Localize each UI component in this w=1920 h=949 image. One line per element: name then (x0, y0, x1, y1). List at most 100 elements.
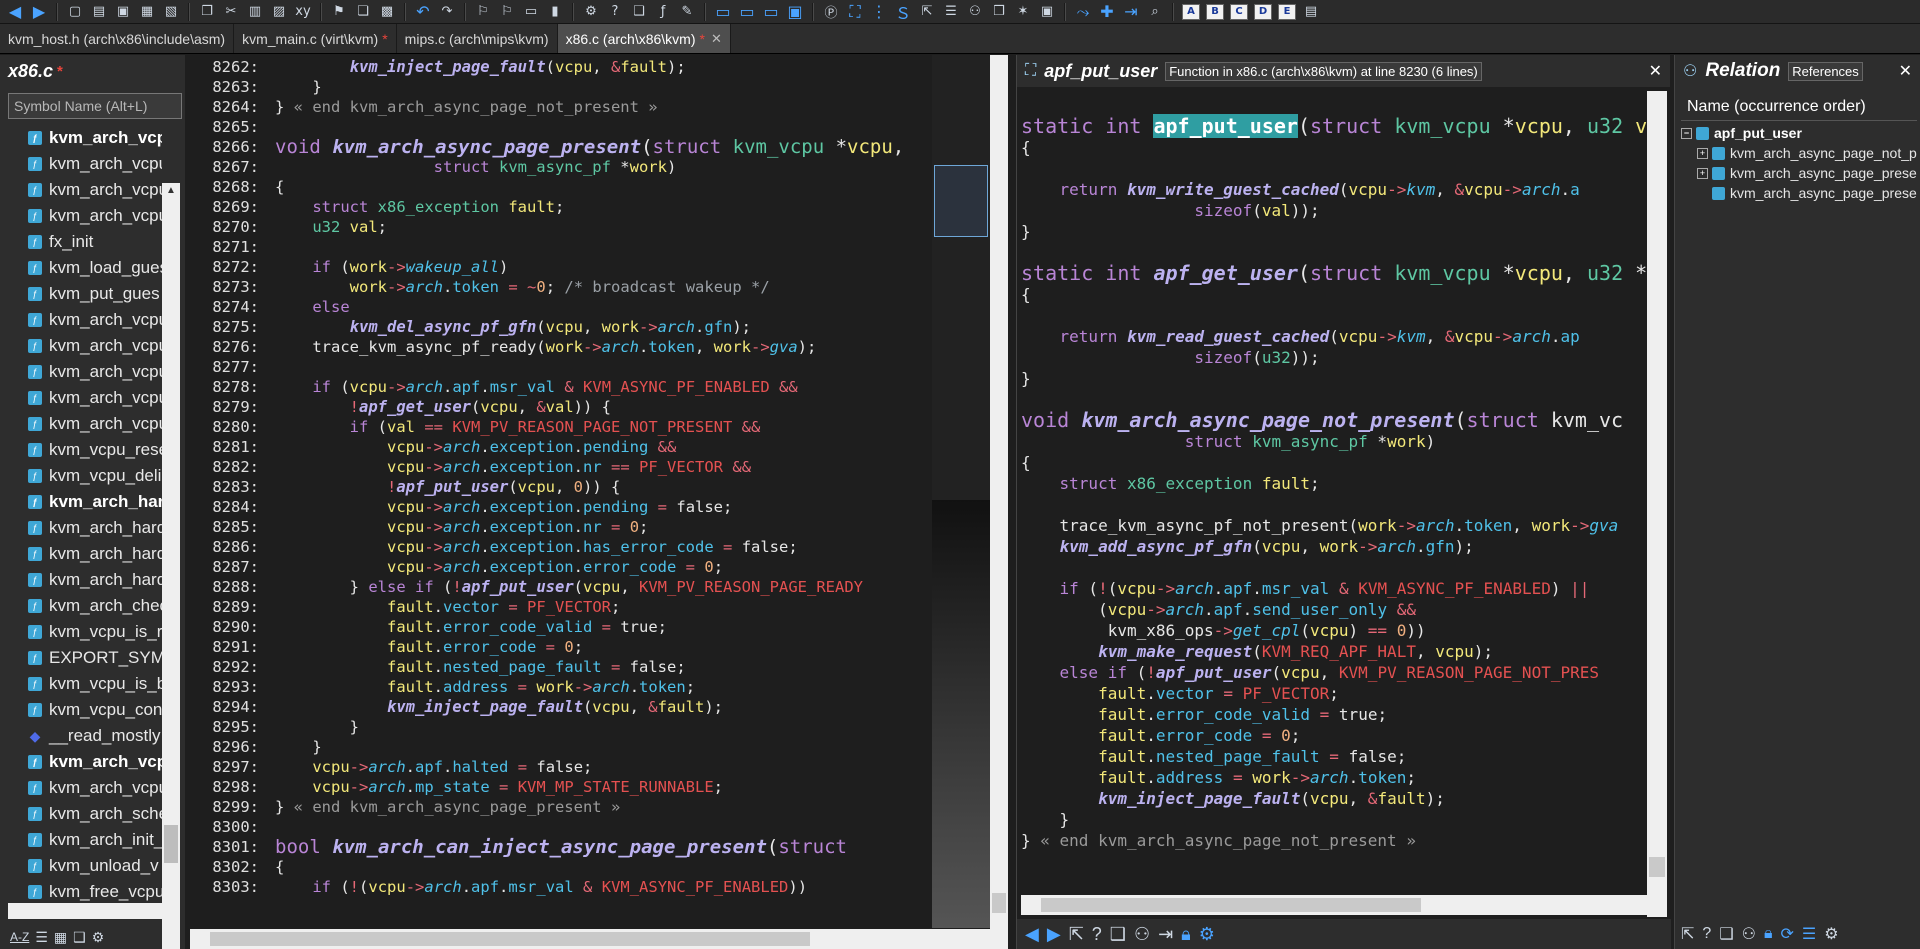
symbol-list-item[interactable]: ƒ kvm_vcpu_deli (8, 463, 162, 489)
context-code-line[interactable]: struct kvm_async_pf *work) (1021, 431, 1647, 452)
symbol-list-item[interactable]: ƒ kvm_vcpu_rese (8, 437, 162, 463)
code-line[interactable]: 8277: (190, 357, 932, 377)
code-line[interactable]: 8267: struct kvm_async_pf *work) (190, 157, 932, 177)
symbol-list-item[interactable]: ƒ kvm_arch_vcpu_ (8, 125, 162, 151)
symbol-list-item[interactable]: ƒ kvm_arch_vcp (8, 749, 162, 775)
context-code-line[interactable]: kvm_inject_page_fault(vcpu, &fault); (1021, 788, 1647, 809)
code-line[interactable]: 8270: u32 val; (190, 217, 932, 237)
code-line[interactable]: 8282: vcpu->arch.exception.nr == PF_VECT… (190, 457, 932, 477)
context-code-line[interactable]: if (!(vcpu->arch.apf.msr_val & KVM_ASYNC… (1021, 578, 1647, 599)
context-code-line[interactable]: sizeof(u32)); (1021, 347, 1647, 368)
split-icon[interactable]: ⋮ (868, 2, 890, 22)
references-tab[interactable]: References (1788, 61, 1863, 81)
context-code-line[interactable]: } « end kvm_arch_async_page_not_present … (1021, 830, 1647, 851)
symbol-list-item[interactable]: ƒ kvm_vcpu_is_b (8, 671, 162, 697)
code-line[interactable]: 8269: struct x86_exception fault; (190, 197, 932, 217)
jump-icon[interactable]: ⇱ (1681, 924, 1694, 944)
code-lines[interactable]: 8262: kvm_inject_page_fault(vcpu, &fault… (190, 57, 932, 929)
symbol-list-item[interactable]: ƒ kvm_arch_hard (8, 515, 162, 541)
redo-icon[interactable]: ↷ (436, 2, 458, 22)
code-line[interactable]: 8275: kvm_del_async_pf_gfn(vcpu, work->a… (190, 317, 932, 337)
code-line[interactable]: 8291: fault.error_code = 0; (190, 637, 932, 657)
box-icon[interactable]: ▣ (1036, 2, 1058, 22)
copy-icon[interactable]: ❐ (196, 2, 218, 22)
context-code-line[interactable]: kvm_make_request(KVM_REQ_APF_HALT, vcpu)… (1021, 641, 1647, 662)
settings-gear-icon[interactable]: ⚙ (1199, 924, 1215, 945)
layout-3-icon[interactable]: ▭ (760, 2, 782, 22)
code-line[interactable]: 8298: vcpu->arch.mp_state = KVM_MP_STATE… (190, 777, 932, 797)
code-line[interactable]: 8264:} « end kvm_arch_async_page_not_pre… (190, 97, 932, 117)
code-line[interactable]: 8266: void kvm_arch_async_page_present(st… (190, 137, 932, 157)
context-code-line[interactable]: fault.address = work->arch.token; (1021, 767, 1647, 788)
symbol-list-item[interactable]: ƒ kvm_vcpu_con (8, 697, 162, 723)
close-icon[interactable]: ✕ (1649, 61, 1662, 81)
symbol-list-item[interactable]: ƒ kvm_arch_vcpu_ (8, 411, 162, 437)
symbol-list-item[interactable]: ƒ kvm_arch_init_ (8, 827, 162, 853)
context-code-line[interactable]: else if (!apf_put_user(vcpu, KVM_PV_REAS… (1021, 662, 1647, 683)
new-file-icon[interactable]: ▢ (64, 2, 86, 22)
context-code-line[interactable]: sizeof(val)); (1021, 200, 1647, 221)
code-line[interactable]: 8281: vcpu->arch.exception.pending && (190, 437, 932, 457)
bookmark-prev-icon[interactable]: ⚐ (472, 2, 494, 22)
symbol-list-item[interactable]: ƒ kvm_put_gues (8, 281, 162, 307)
context-code-line[interactable]: return kvm_write_guest_cached(vcpu->kvm,… (1021, 179, 1647, 200)
help-icon[interactable]: ? (604, 2, 626, 22)
code-line[interactable]: 8263: } (190, 77, 932, 97)
relation-root[interactable]: − apf_put_user (1681, 123, 1917, 143)
context-code-line[interactable]: return kvm_read_guest_cached(vcpu->kvm, … (1021, 326, 1647, 347)
context-code-line[interactable] (1021, 305, 1647, 326)
xy-icon[interactable]: xy (292, 2, 314, 22)
save-all-icon[interactable]: ▦ (136, 2, 158, 22)
back-icon[interactable]: ◀ (4, 2, 26, 22)
window-fit-icon[interactable]: ⛶ (844, 2, 866, 22)
tab-x86-c[interactable]: x86.c (arch\x86\kvm) * ✕ (557, 24, 731, 53)
scroll-up-icon[interactable]: ▲ (162, 183, 180, 199)
context-code-line[interactable]: kvm_add_async_pf_gfn(vcpu, work->arch.gf… (1021, 536, 1647, 557)
categories-icon[interactable]: ▦ (54, 929, 67, 946)
symbol-list-scrollbar[interactable]: ▲ ▼ (162, 183, 180, 949)
tab-kvm-main-c[interactable]: kvm_main.c (virt\kvm) * (234, 24, 397, 53)
help-icon[interactable]: ? (1702, 925, 1711, 943)
minimap[interactable] (932, 55, 990, 928)
symbol-list-item[interactable]: ƒ kvm_load_gues (8, 255, 162, 281)
cross-icon[interactable]: ✚ (1096, 2, 1118, 22)
undo-icon[interactable]: ↶ (412, 2, 434, 22)
cut-icon[interactable]: ✂ (220, 2, 242, 22)
symbol-list-item[interactable]: ƒ kvm_unload_v (8, 853, 162, 879)
refresh-icon[interactable]: ⟳ (1781, 924, 1794, 944)
context-code-line[interactable] (1021, 95, 1647, 116)
project-icon[interactable]: Ⓟ (820, 2, 842, 22)
jump-icon[interactable]: ⇱ (1069, 924, 1084, 945)
symbol-list-item[interactable]: ƒ kvm_arch_hard (8, 567, 162, 593)
layout-4-icon[interactable]: ▣ (784, 2, 806, 22)
tab-kvm-host-h[interactable]: kvm_host.h (arch\x86\include\asm) (0, 24, 235, 53)
symbol-list-item[interactable]: ƒ kvm_arch_vcpu_ (8, 385, 162, 411)
code-line[interactable]: 8276: trace_kvm_async_pf_ready(work->arc… (190, 337, 932, 357)
context-code-line[interactable]: void kvm_arch_async_page_not_present(str… (1021, 410, 1647, 431)
scrollbar-thumb[interactable] (164, 825, 178, 863)
symbol-list-item[interactable]: ƒ kvm_arch_vcpu_ (8, 359, 162, 385)
context-code-line[interactable]: { (1021, 137, 1647, 158)
code-line[interactable]: 8284: vcpu->arch.exception.pending = fal… (190, 497, 932, 517)
open-folder-icon[interactable]: ▤ (88, 2, 110, 22)
context-code-line[interactable]: static int apf_get_user(struct kvm_vcpu … (1021, 263, 1647, 284)
list-icon[interactable]: ☰ (940, 2, 962, 22)
code-line[interactable]: 8301: bool kvm_arch_can_inject_async_page… (190, 837, 932, 857)
tag-icon[interactable]: ⚑ (328, 2, 350, 22)
forward-icon[interactable]: ▶ (1047, 924, 1061, 945)
window-icon[interactable]: ▭ (520, 2, 542, 22)
minimap-viewport[interactable] (934, 165, 988, 237)
context-code-line[interactable]: (vcpu->arch.apf.send_user_only && (1021, 599, 1647, 620)
context-code-line[interactable]: fault.nested_page_fault = false; (1021, 746, 1647, 767)
symbol-list-item[interactable]: ƒ kvm_arch_vcpu_ (8, 333, 162, 359)
book-icon[interactable]: ❑ (628, 2, 650, 22)
symbol-nav-icon[interactable]: ⤳ (1072, 2, 1094, 22)
code-line[interactable]: 8262: kvm_inject_page_fault(vcpu, &fault… (190, 57, 932, 77)
symbol-list-item[interactable]: ƒ kvm_arch_hard (8, 541, 162, 567)
symbol-list-item[interactable]: ƒ kvm_arch_sche (8, 801, 162, 827)
duplicate-icon[interactable]: ❏ (352, 2, 374, 22)
print-icon[interactable]: ▧ (160, 2, 182, 22)
code-line[interactable]: 8289: fault.vector = PF_VECTOR; (190, 597, 932, 617)
scrollbar-thumb[interactable] (210, 932, 810, 946)
relation-icon[interactable]: ⚇ (1134, 924, 1150, 945)
